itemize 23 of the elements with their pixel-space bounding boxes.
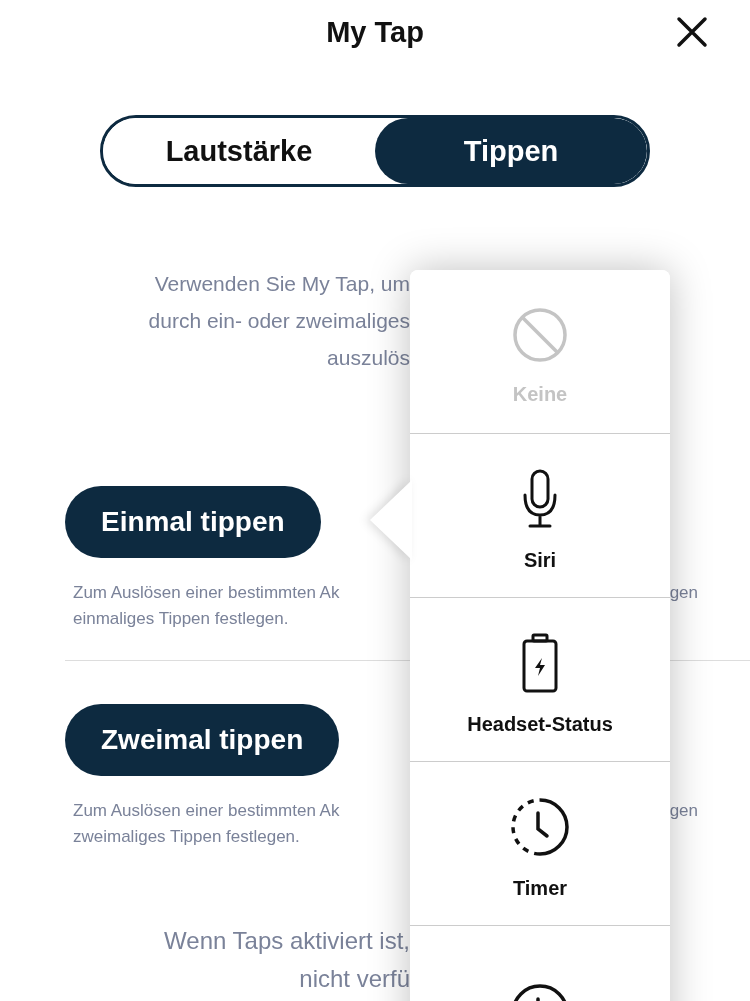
tab[interactable]: Tippen <box>375 118 647 184</box>
microphone-icon <box>523 469 557 529</box>
tap-option-button[interactable]: Zweimal tippen <box>65 704 340 776</box>
menu-item[interactable]: Headset-Status <box>410 598 670 762</box>
timer-icon <box>510 797 570 857</box>
intro-text: Verwenden Sie My Tap, um <box>154 271 410 297</box>
description-text: gen <box>669 800 698 822</box>
menu-item[interactable]: Timer <box>410 762 670 926</box>
screen-title: My Tap <box>326 15 424 49</box>
description-text: Zum Auslösen einer bestimmten Ak <box>73 582 340 604</box>
intro-text: durch ein- oder zweimaliges <box>148 308 410 334</box>
close-icon[interactable] <box>676 16 708 48</box>
description-text: zweimaliges Tippen festlegen. <box>73 826 300 848</box>
intro-text: auszulös <box>327 345 410 371</box>
battery-icon <box>522 633 558 693</box>
info-text: nicht verfü <box>299 964 410 994</box>
info-text: Wenn Taps aktiviert ist, <box>164 926 410 956</box>
description-text: gen <box>669 582 698 604</box>
tap-option-button[interactable]: Einmal tippen <box>65 486 321 558</box>
menu-item[interactable]: Siri <box>410 434 670 598</box>
description-text: einmaliges Tippen festlegen. <box>73 608 289 630</box>
prohibited-icon <box>512 307 568 363</box>
description-text: Zum Auslösen einer bestimmten Ak <box>73 800 340 822</box>
